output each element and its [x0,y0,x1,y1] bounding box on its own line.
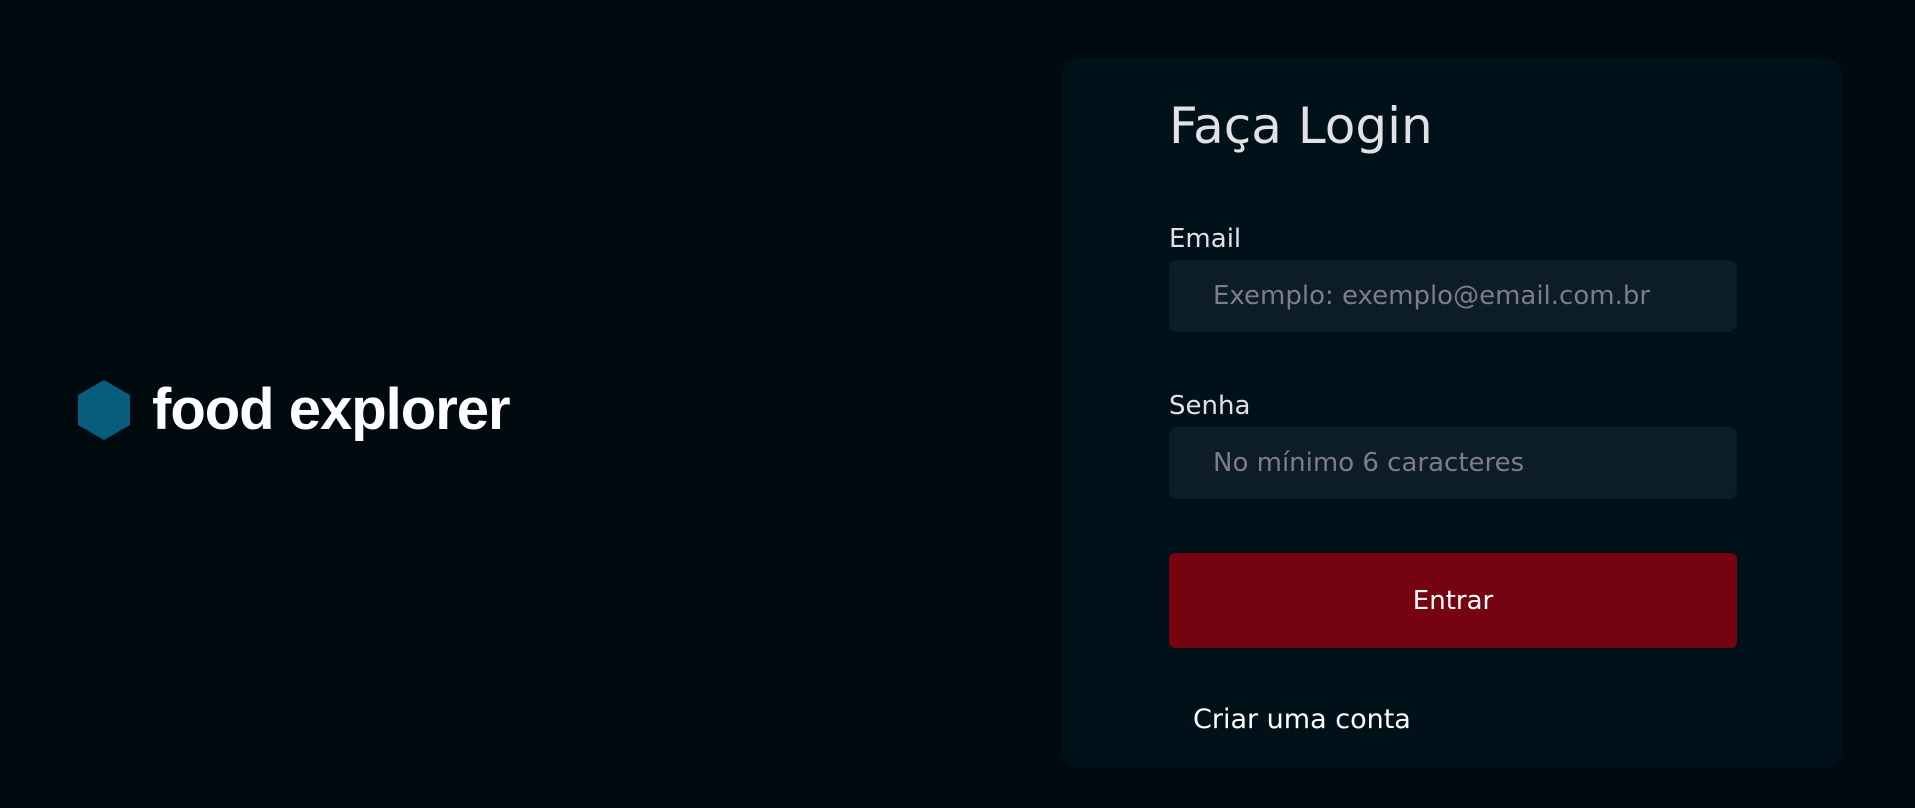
login-card: Faça Login Email Senha Entrar Criar uma … [1061,58,1843,768]
login-button[interactable]: Entrar [1169,553,1737,648]
brand-name: food explorer [152,377,511,442]
password-label: Senha [1169,391,1251,421]
brand: food explorer [78,377,511,442]
email-field[interactable] [1169,260,1737,332]
login-page: food explorer Faça Login Email Senha Ent… [0,0,1915,808]
create-account-link[interactable]: Criar uma conta [1193,706,1411,733]
page-title: Faça Login [1169,97,1433,155]
hexagon-icon [78,380,130,440]
password-field[interactable] [1169,427,1737,499]
email-label: Email [1169,224,1242,254]
